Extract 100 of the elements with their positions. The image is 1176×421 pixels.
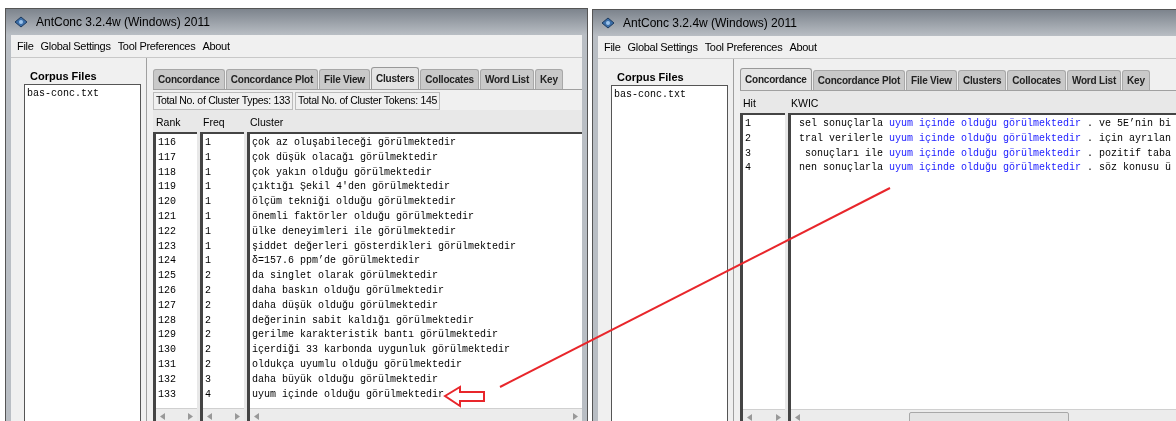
keyword: uyum içinde olduğu görülmektedir (889, 161, 1082, 176)
table-cell-text: 1 (204, 180, 212, 195)
table-cell-text: 123 (157, 239, 177, 254)
table-cell-text: 2 (204, 343, 212, 358)
table-cell-text: 3 (744, 146, 752, 161)
tab[interactable]: Concordance (740, 68, 812, 90)
table-cell-text: 130 (157, 343, 177, 358)
table-cell-text: 118 (157, 165, 177, 180)
table-cell-text: 1 (204, 165, 212, 180)
horizontal-scrollbar[interactable] (156, 408, 197, 421)
table-cell-text: daha düşük olduğu görülmektedir (251, 298, 440, 313)
scroll-right-icon[interactable] (235, 412, 240, 420)
table-cell-text: 2 (204, 328, 212, 343)
table-cell-text: 121 (157, 210, 177, 224)
scroll-right-icon[interactable] (188, 412, 193, 420)
tab[interactable]: Key (535, 69, 563, 89)
menu-item[interactable]: Global Settings (40, 37, 111, 55)
table-cell-text: 2 (204, 269, 212, 284)
keyword: uyum içinde olduğu görülmektedir (889, 117, 1082, 131)
table-cell-text: çıktığı Şekil 4'den görülmektedir (251, 180, 452, 195)
tab[interactable]: Concordance (153, 69, 225, 89)
menu-item[interactable]: File (17, 37, 34, 55)
scrollbar-thumb[interactable] (908, 411, 1069, 421)
horizontal-scrollbar[interactable] (203, 408, 244, 421)
horizontal-scrollbar[interactable] (791, 409, 1176, 421)
table-cell-text: 129 (157, 328, 177, 343)
table-cell-text: 1 (204, 239, 212, 254)
scroll-left-icon[interactable] (254, 412, 259, 420)
table-cell-text: 119 (157, 180, 177, 195)
context-right: . söz konusu ü (1087, 161, 1172, 176)
column-header: Cluster (249, 114, 285, 130)
tab[interactable]: Concordance Plot (225, 69, 319, 89)
table-cell-text: 2 (744, 131, 752, 146)
scroll-left-icon[interactable] (795, 413, 800, 421)
menu-item[interactable]: About (202, 37, 230, 55)
window-title: AntConc 3.2.4w (Windows) 2011 (623, 15, 797, 32)
table-cell-text: 1 (204, 254, 212, 269)
menu-item[interactable]: Global Settings (627, 38, 698, 56)
tab[interactable]: Word List (1066, 70, 1121, 90)
scroll-right-icon[interactable] (776, 413, 781, 421)
tab[interactable]: File View (906, 70, 957, 90)
table-cell-text: 132 (157, 372, 177, 387)
context-right: . için ayrılan (1087, 131, 1172, 146)
context-left: nen sonuçlarla (798, 161, 883, 176)
horizontal-scrollbar[interactable] (743, 409, 785, 421)
context-left: sel sonuçlarla (798, 117, 883, 131)
table-cell-text: şiddet değerleri gösterdikleri görülmektedir (251, 239, 518, 254)
tab[interactable]: Collocates (420, 69, 479, 89)
tab[interactable]: Key (1122, 70, 1150, 90)
table-cell-text: daha baskın olduğu görülmektedir (251, 283, 446, 298)
menu-item[interactable]: Tool Preferences (704, 38, 783, 56)
column-header: Hit (742, 95, 757, 111)
tab[interactable]: Clusters (957, 70, 1007, 90)
table-cell-text: oldukça uyumlu olduğu görülmektedir (251, 357, 464, 372)
table-cell-text: önemli faktörler olduğu görülmektedir (251, 210, 476, 224)
column-header: Rank (155, 114, 182, 130)
table-cell-text: 1 (204, 224, 212, 239)
table-cell-text: daha büyük olduğu görülmektedir (251, 372, 440, 387)
menu-item[interactable]: Tool Preferences (117, 37, 196, 55)
context-right: . ve 5E’nin bi (1087, 117, 1172, 131)
table-cell-text: 127 (157, 298, 177, 313)
keyword: uyum içinde olduğu görülmektedir (889, 131, 1082, 146)
tab[interactable]: Word List (479, 69, 534, 89)
table-cell-text: 2 (204, 357, 212, 372)
table-cell-text: 1 (204, 195, 212, 210)
table-cell-text: çok az oluşabileceği görülmektedir (251, 136, 458, 150)
table-cell-text: 133 (157, 387, 177, 402)
column-header: Freq (202, 114, 226, 130)
table-cell-text: δ=157.6 ppm’de görülmektedir (251, 254, 422, 269)
app-icon (601, 17, 615, 29)
stat-label: Total No. of Cluster Types: 133 (153, 92, 294, 110)
table-cell-text: da singlet olarak görülmektedir (251, 269, 440, 284)
context-left: sonuçları ile (804, 146, 883, 161)
horizontal-scrollbar[interactable] (250, 408, 582, 421)
table-cell-text: ülke deneyimleri ile görülmektedir (251, 224, 458, 239)
keyword: uyum içinde olduğu görülmektedir (889, 146, 1082, 161)
scroll-left-icon[interactable] (160, 412, 165, 420)
tab[interactable]: Collocates (1007, 70, 1066, 90)
menu-item[interactable]: About (789, 38, 817, 56)
table-cell-text: 116 (157, 136, 177, 150)
corpus-file-entry[interactable]: bas-conc.txt (614, 87, 725, 102)
table-cell-text: 1 (204, 136, 212, 150)
table-cell-text: 128 (157, 313, 177, 328)
stat-label: Total No. of Cluster Tokens: 145 (295, 92, 441, 110)
menu-item[interactable]: File (604, 38, 621, 56)
table-cell-text: 122 (157, 224, 177, 239)
table-cell-text: 131 (157, 357, 177, 372)
scroll-left-icon[interactable] (207, 412, 212, 420)
scroll-right-icon[interactable] (573, 412, 578, 420)
panel-label: Corpus Files (29, 69, 98, 84)
context-right: . pozitif taba (1087, 146, 1172, 161)
window-title: AntConc 3.2.4w (Windows) 2011 (36, 14, 210, 31)
tab[interactable]: Concordance Plot (812, 70, 906, 90)
scroll-left-icon[interactable] (747, 413, 752, 421)
table-cell-text: 117 (157, 150, 177, 165)
corpus-file-entry[interactable]: bas-conc.txt (27, 86, 138, 101)
tab[interactable]: Clusters (370, 67, 420, 89)
table-cell-text: 2 (204, 298, 212, 313)
column-header: KWIC (790, 95, 820, 111)
tab[interactable]: File View (319, 69, 370, 89)
